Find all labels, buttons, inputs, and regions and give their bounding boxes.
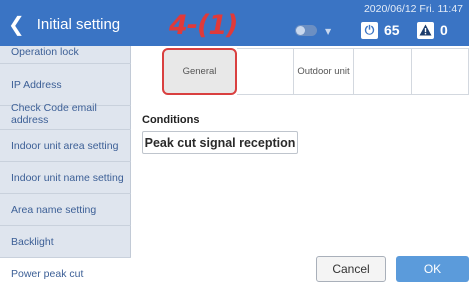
sidebar-item-label: IP Address: [11, 78, 62, 91]
chevron-left-icon: ❮: [8, 12, 25, 36]
sidebar-item-area-name[interactable]: Area name setting: [0, 194, 131, 226]
step-annotation: 4-(1): [169, 10, 238, 41]
sidebar-item-indoor-unit-name[interactable]: Indoor unit name setting: [0, 162, 131, 194]
back-button[interactable]: ❮ Initial setting: [8, 13, 138, 35]
tab-empty-2[interactable]: [354, 48, 412, 95]
alarm-count: 0: [440, 22, 448, 38]
sidebar-item-power-peak-cut[interactable]: Power peak cut: [0, 258, 132, 284]
datetime-display: 2020/06/12 Fri. 11:47: [363, 3, 463, 15]
warning-icon: [417, 21, 434, 39]
sidebar-item-backlight[interactable]: Backlight: [0, 226, 131, 258]
ok-button[interactable]: OK: [396, 256, 469, 282]
sidebar: Operation lock IP Address Check Code ema…: [0, 46, 132, 284]
tab-label: Outdoor unit: [297, 66, 350, 77]
sidebar-item-indoor-unit-area[interactable]: Indoor unit area setting: [0, 130, 131, 162]
sidebar-item-check-code-email[interactable]: Check Code email address: [0, 98, 131, 130]
sidebar-item-label: Check Code email address: [11, 101, 97, 126]
power-count: 65: [384, 22, 400, 38]
sidebar-item-label: Power peak cut: [11, 268, 84, 280]
peak-cut-signal-button[interactable]: Peak cut signal reception: [142, 131, 298, 154]
caret-down-icon[interactable]: ▼: [325, 27, 331, 36]
sidebar-item-operation-lock[interactable]: Operation lock: [0, 40, 131, 64]
tab-outdoor-unit[interactable]: Outdoor unit: [294, 48, 354, 95]
tab-empty-1[interactable]: [237, 48, 294, 95]
sidebar-item-label: Backlight: [11, 235, 54, 248]
conditions-heading: Conditions: [142, 114, 200, 126]
power-icon: ⏻: [361, 21, 378, 39]
sidebar-item-label: Operation lock: [11, 45, 79, 58]
tab-label: General: [182, 66, 217, 77]
toggle-switch-icon[interactable]: [295, 25, 317, 36]
sidebar-item-label: Indoor unit name setting: [11, 171, 124, 184]
cancel-button[interactable]: Cancel: [316, 256, 386, 282]
tab-general[interactable]: General: [162, 48, 237, 95]
sidebar-item-label: Indoor unit area setting: [11, 139, 119, 152]
sidebar-item-label: Area name setting: [11, 203, 97, 216]
alarm-status[interactable]: 0: [417, 21, 448, 39]
page-title: Initial setting: [36, 15, 121, 33]
unit-tabs: General Outdoor unit: [162, 48, 469, 95]
tab-empty-3[interactable]: [412, 48, 469, 95]
power-status[interactable]: ⏻ 65: [361, 21, 400, 39]
